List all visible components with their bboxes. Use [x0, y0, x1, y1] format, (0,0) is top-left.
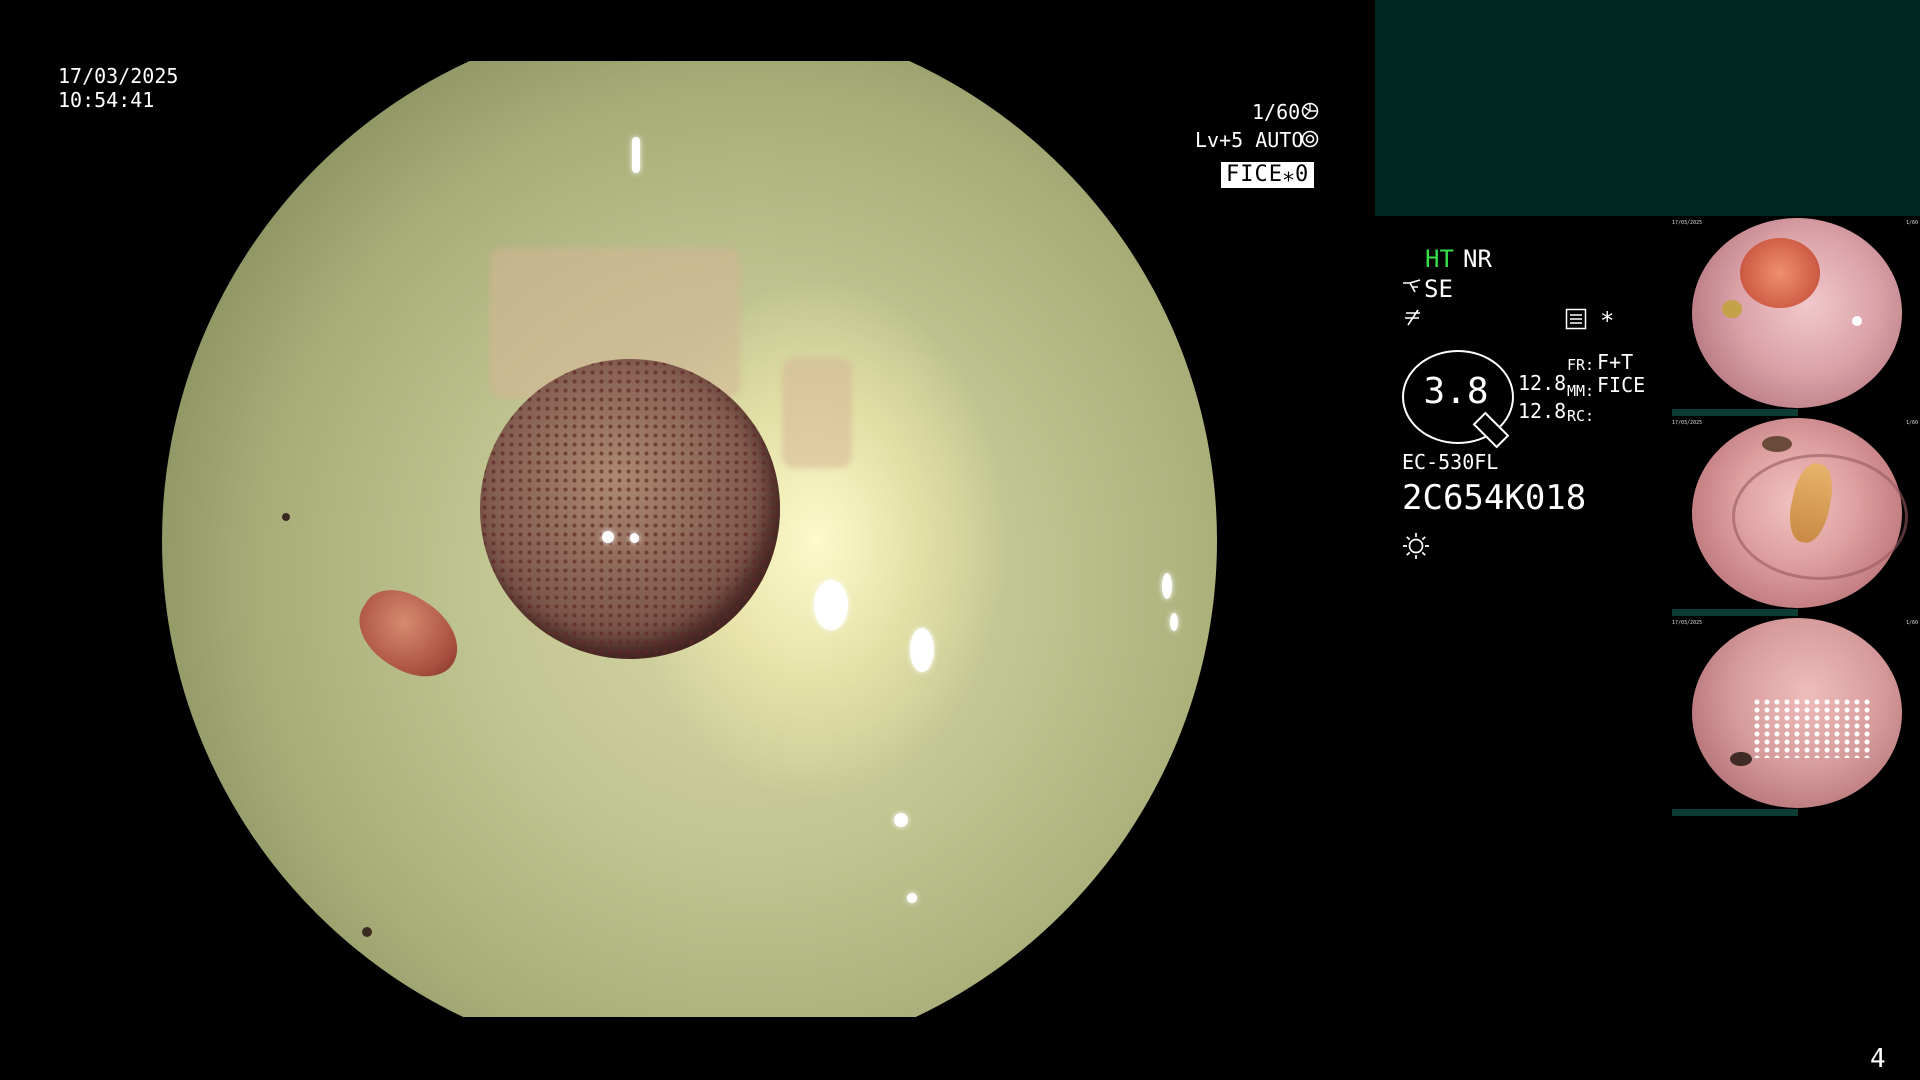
preview-panel: [1375, 0, 1920, 216]
shutter-icon: [1301, 102, 1319, 120]
endoscope-view: [162, 61, 1217, 1017]
light-icon: [1403, 533, 1429, 559]
freeze-icon: [1405, 309, 1420, 326]
scope-serial: 2C654K018: [1402, 478, 1587, 518]
polyp: [480, 359, 780, 659]
thumbnail-2[interactable]: 17/03/2025 1/60: [1670, 416, 1920, 616]
tissue-fragment: [344, 575, 474, 693]
se-indicator: SE: [1424, 275, 1453, 303]
endoscope-image: [162, 61, 1217, 1017]
light-reflection: [894, 813, 908, 827]
structure-enhance-icon: [1403, 279, 1421, 293]
light-reflection: [632, 137, 640, 173]
thumbnail-3[interactable]: 17/03/2025 1/60: [1670, 616, 1920, 816]
page-number: 4: [1870, 1044, 1886, 1074]
date-label: 17/03/2025: [58, 64, 179, 88]
thumbnail-bar: [1672, 609, 1798, 616]
shutter-speed: 1/60: [1252, 100, 1301, 124]
time-label: 10:54:41: [58, 88, 155, 112]
light-reflection: [630, 533, 639, 543]
mm-label: MM:: [1567, 382, 1595, 400]
iris-icon: [1301, 130, 1319, 148]
mm-value: FICE: [1597, 373, 1646, 397]
thumbnail-bar: [1672, 409, 1798, 416]
fr-value: F+T: [1597, 350, 1634, 374]
thumbnail-1[interactable]: 17/03/2025 1/60: [1670, 216, 1920, 416]
scope-model: EC-530FL: [1402, 450, 1499, 474]
rc-label: RC:: [1567, 407, 1595, 425]
nr-indicator: NR: [1463, 245, 1492, 273]
asterisk-indicator: *: [1600, 307, 1615, 335]
dark-speck: [282, 513, 290, 521]
light-reflection: [1170, 613, 1178, 631]
light-reflection: [907, 893, 917, 903]
light-reflection: [910, 628, 934, 672]
mucosal-patch: [782, 358, 852, 468]
thumbnail-bar: [1672, 809, 1798, 816]
fice-mode-badge: FICE⁎0: [1221, 162, 1315, 188]
fr-label: FR:: [1567, 356, 1595, 374]
menu-icon: [1565, 308, 1587, 330]
brightness-level: Lv+5 AUTO: [1195, 128, 1304, 152]
dark-speck: [362, 927, 372, 937]
light-reflection: [602, 531, 614, 543]
ht-indicator: HT: [1425, 245, 1454, 273]
light-reflection: [814, 580, 848, 630]
lens-value-a: 12.8: [1518, 371, 1567, 395]
lens-value-b: 12.8: [1518, 399, 1567, 423]
light-reflection: [1162, 573, 1172, 599]
lens-gauge-value: 3.8: [1423, 371, 1489, 412]
